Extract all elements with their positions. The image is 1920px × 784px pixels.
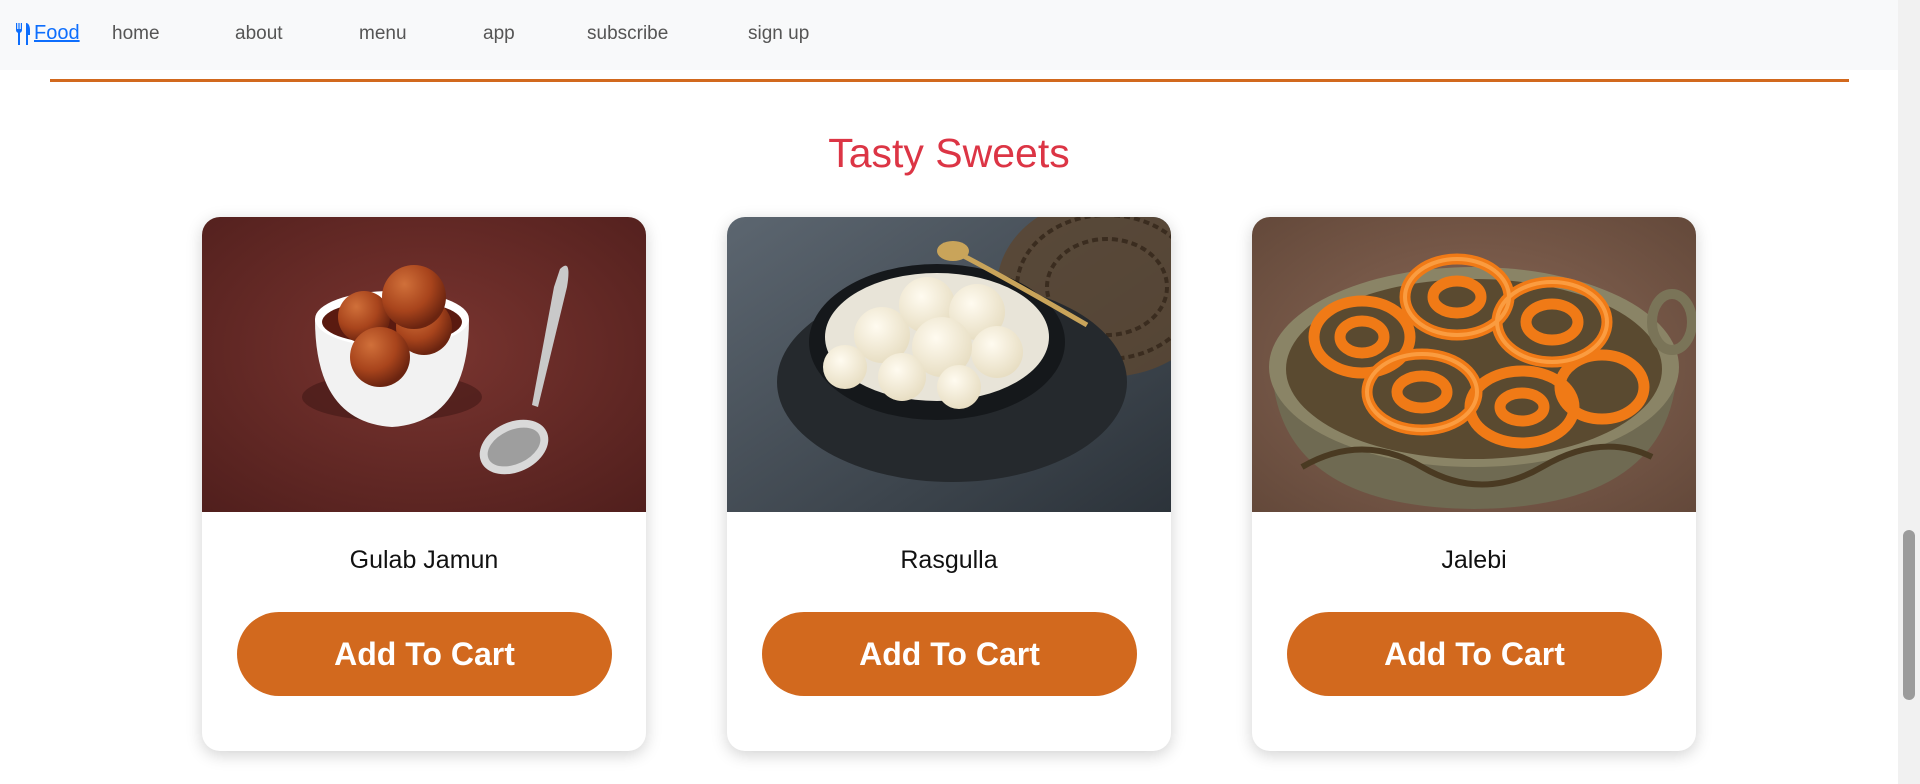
product-name: Jalebi bbox=[1441, 546, 1507, 574]
navbar: Food home about menu app subscribe sign … bbox=[0, 0, 1898, 70]
section-divider bbox=[50, 79, 1849, 82]
brand-link[interactable]: Food bbox=[14, 22, 80, 45]
product-card: Rasgulla Add To Cart bbox=[727, 217, 1171, 751]
section-title: Tasty Sweets bbox=[828, 130, 1070, 176]
add-to-cart-button[interactable]: Add To Cart bbox=[237, 612, 612, 696]
nav-app[interactable]: app bbox=[483, 23, 515, 45]
scrollbar-thumb[interactable] bbox=[1903, 530, 1915, 700]
product-image bbox=[202, 217, 646, 512]
product-name: Gulab Jamun bbox=[349, 546, 499, 574]
add-to-cart-button[interactable]: Add To Cart bbox=[1287, 612, 1662, 696]
nav-subscribe[interactable]: subscribe bbox=[587, 23, 668, 45]
nav-home[interactable]: home bbox=[112, 23, 160, 45]
add-to-cart-button[interactable]: Add To Cart bbox=[762, 612, 1137, 696]
product-image bbox=[1252, 217, 1696, 512]
brand-label: Food bbox=[34, 22, 80, 44]
nav-sign-up[interactable]: sign up bbox=[748, 23, 809, 45]
product-card: Gulab Jamun Add To Cart bbox=[202, 217, 646, 751]
product-name: Rasgulla bbox=[900, 546, 998, 574]
nav-about[interactable]: about bbox=[235, 23, 283, 45]
product-card: Jalebi Add To Cart bbox=[1252, 217, 1696, 751]
vertical-scrollbar[interactable] bbox=[1898, 0, 1920, 784]
nav-menu[interactable]: menu bbox=[359, 23, 407, 45]
fork-knife-icon bbox=[16, 22, 30, 45]
product-image bbox=[727, 217, 1171, 512]
